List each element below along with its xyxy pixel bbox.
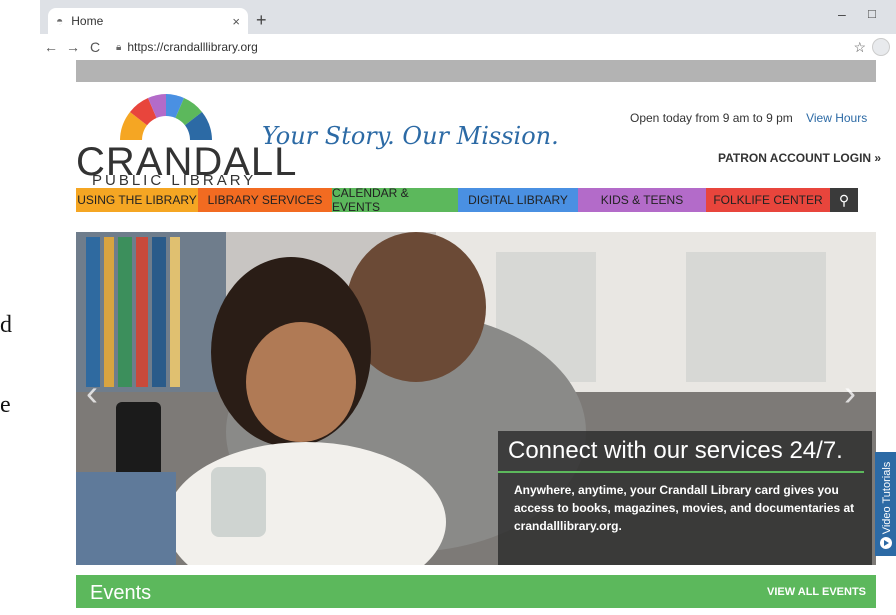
new-tab-button[interactable]: + (256, 10, 267, 31)
patron-login-link[interactable]: PATRON ACCOUNT LOGIN » (718, 151, 881, 165)
tagline: Your Story. Our Mission. (262, 122, 559, 150)
back-button[interactable]: ← (40, 39, 62, 55)
caption-divider (498, 471, 864, 473)
nav-item-using-the-library[interactable]: USING THE LIBRARY (76, 188, 198, 212)
view-all-events-link[interactable]: VIEW ALL EVENTS (767, 586, 866, 598)
play-icon (880, 537, 892, 549)
nav-item-digital-library[interactable]: DIGITAL LIBRARY (458, 188, 578, 212)
nav-item-folklife-center[interactable]: FOLKLIFE CENTER (706, 188, 830, 212)
library-logo[interactable]: CRANDALL PUBLIC LIBRARY (76, 80, 296, 190)
tab-strip: ◓ Home × + – □ (40, 0, 896, 34)
next-slide-arrow-icon[interactable]: › (844, 372, 856, 414)
hours-info: Open today from 9 am to 9 pm View Hours (630, 111, 867, 125)
reload-button[interactable]: C (84, 39, 106, 55)
video-tutorials-label: Video Tutorials (881, 461, 893, 535)
browser-toolbar: ← → C 🔒︎ https://crandalllibrary.org ☆ (40, 34, 896, 60)
logo-subtitle: PUBLIC LIBRARY (92, 172, 257, 189)
bookmark-star-icon[interactable]: ☆ (853, 39, 866, 56)
favicon-icon: ◓ (56, 14, 64, 28)
hero-carousel: ‹ › Connect with our services 24/7. Anyw… (76, 232, 876, 565)
document-text-fragment: e (0, 392, 11, 418)
address-bar[interactable]: https://crandalllibrary.org (127, 40, 258, 54)
nav-item-library-services[interactable]: LIBRARY SERVICES (198, 188, 332, 212)
minimize-button[interactable]: – (838, 6, 846, 22)
lock-icon: 🔒︎ (116, 41, 122, 53)
web-page: CRANDALL PUBLIC LIBRARY Your Story. Our … (40, 60, 896, 615)
hours-text: Open today from 9 am to 9 pm (630, 111, 793, 125)
forward-button[interactable]: → (62, 39, 84, 55)
tab-title: Home (71, 14, 104, 28)
nav-item-kids-teens[interactable]: KIDS & TEENS (578, 188, 706, 212)
profile-icon[interactable] (872, 38, 890, 56)
nav-item-calendar-events[interactable]: CALENDAR & EVENTS (332, 186, 458, 214)
search-icon[interactable]: ⚲ (830, 188, 858, 212)
top-gray-bar (76, 60, 876, 82)
close-tab-icon[interactable]: × (232, 14, 240, 29)
view-hours-link[interactable]: View Hours (806, 111, 867, 125)
hero-body-text: Anywhere, anytime, your Crandall Library… (514, 483, 855, 533)
hero-caption: Connect with our services 24/7. Anywhere… (498, 431, 872, 565)
maximize-button[interactable]: □ (868, 6, 876, 21)
browser-tab[interactable]: ◓ Home × (48, 8, 248, 34)
background-document: d e (0, 0, 40, 615)
video-tutorials-tab[interactable]: Video Tutorials (875, 452, 896, 556)
events-title: Events (90, 582, 152, 604)
rainbow-fan-logo-icon (120, 94, 212, 140)
browser-chrome: ◓ Home × + – □ ← → C 🔒︎ https://crandall… (40, 0, 896, 60)
prev-slide-arrow-icon[interactable]: ‹ (86, 372, 98, 414)
events-bar: Events VIEW ALL EVENTS (76, 575, 876, 608)
document-text-fragment: d (0, 312, 12, 338)
main-navigation: USING THE LIBRARY LIBRARY SERVICES CALENDA… (76, 186, 876, 214)
hero-heading: Connect with our services 24/7. (508, 437, 843, 464)
